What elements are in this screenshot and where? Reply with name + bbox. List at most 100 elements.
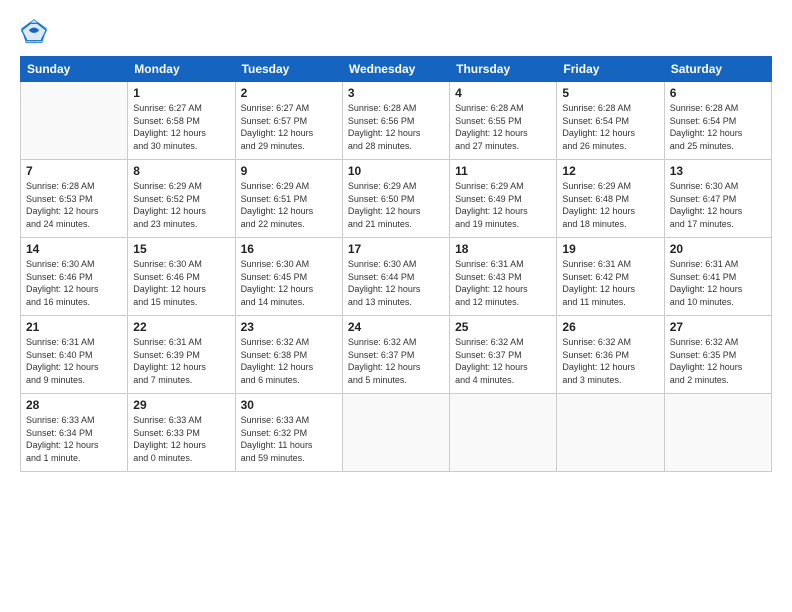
day-number: 18 [455, 242, 551, 256]
calendar-cell: 14 Sunrise: 6:30 AM Sunset: 6:46 PM Dayli… [21, 238, 128, 316]
calendar-cell [450, 394, 557, 472]
cell-text: Sunrise: 6:29 AM Sunset: 6:50 PM Dayligh… [348, 180, 444, 230]
day-number: 19 [562, 242, 658, 256]
calendar-cell: 1 Sunrise: 6:27 AM Sunset: 6:58 PM Daylig… [128, 82, 235, 160]
cell-text: Sunrise: 6:27 AM Sunset: 6:58 PM Dayligh… [133, 102, 229, 152]
calendar-cell: 13 Sunrise: 6:30 AM Sunset: 6:47 PM Dayli… [664, 160, 771, 238]
page: SundayMondayTuesdayWednesdayThursdayFrid… [0, 0, 792, 612]
weekday-sunday: Sunday [21, 57, 128, 82]
cell-text: Sunrise: 6:30 AM Sunset: 6:47 PM Dayligh… [670, 180, 766, 230]
calendar-cell: 7 Sunrise: 6:28 AM Sunset: 6:53 PM Daylig… [21, 160, 128, 238]
calendar-cell: 5 Sunrise: 6:28 AM Sunset: 6:54 PM Daylig… [557, 82, 664, 160]
weekday-thursday: Thursday [450, 57, 557, 82]
cell-text: Sunrise: 6:31 AM Sunset: 6:41 PM Dayligh… [670, 258, 766, 308]
calendar-cell: 25 Sunrise: 6:32 AM Sunset: 6:37 PM Dayli… [450, 316, 557, 394]
cell-text: Sunrise: 6:32 AM Sunset: 6:38 PM Dayligh… [241, 336, 337, 386]
weekday-header-row: SundayMondayTuesdayWednesdayThursdayFrid… [21, 57, 772, 82]
day-number: 27 [670, 320, 766, 334]
calendar-cell: 8 Sunrise: 6:29 AM Sunset: 6:52 PM Daylig… [128, 160, 235, 238]
calendar-cell: 28 Sunrise: 6:33 AM Sunset: 6:34 PM Dayli… [21, 394, 128, 472]
day-number: 20 [670, 242, 766, 256]
day-number: 13 [670, 164, 766, 178]
calendar-cell: 9 Sunrise: 6:29 AM Sunset: 6:51 PM Daylig… [235, 160, 342, 238]
day-number: 6 [670, 86, 766, 100]
cell-text: Sunrise: 6:31 AM Sunset: 6:42 PM Dayligh… [562, 258, 658, 308]
cell-text: Sunrise: 6:33 AM Sunset: 6:33 PM Dayligh… [133, 414, 229, 464]
calendar-cell: 20 Sunrise: 6:31 AM Sunset: 6:41 PM Dayli… [664, 238, 771, 316]
logo-icon [20, 18, 48, 46]
day-number: 17 [348, 242, 444, 256]
calendar-cell: 12 Sunrise: 6:29 AM Sunset: 6:48 PM Dayli… [557, 160, 664, 238]
day-number: 26 [562, 320, 658, 334]
day-number: 9 [241, 164, 337, 178]
calendar-cell: 11Sunrise: 6:29 AM Sunset: 6:49 PM Dayli… [450, 160, 557, 238]
cell-text: Sunrise: 6:29 AM Sunset: 6:52 PM Dayligh… [133, 180, 229, 230]
cell-text: Sunrise: 6:28 AM Sunset: 6:55 PM Dayligh… [455, 102, 551, 152]
day-number: 25 [455, 320, 551, 334]
calendar-cell: 4 Sunrise: 6:28 AM Sunset: 6:55 PM Daylig… [450, 82, 557, 160]
calendar-cell [557, 394, 664, 472]
day-number: 30 [241, 398, 337, 412]
cell-text: Sunrise: 6:29 AM Sunset: 6:48 PM Dayligh… [562, 180, 658, 230]
day-number: 14 [26, 242, 122, 256]
cell-text: Sunrise: 6:32 AM Sunset: 6:37 PM Dayligh… [348, 336, 444, 386]
calendar-cell: 15 Sunrise: 6:30 AM Sunset: 6:46 PM Dayli… [128, 238, 235, 316]
calendar-cell: 10 Sunrise: 6:29 AM Sunset: 6:50 PM Dayli… [342, 160, 449, 238]
calendar-cell: 29 Sunrise: 6:33 AM Sunset: 6:33 PM Dayli… [128, 394, 235, 472]
calendar-cell: 18 Sunrise: 6:31 AM Sunset: 6:43 PM Dayli… [450, 238, 557, 316]
calendar-cell: 16 Sunrise: 6:30 AM Sunset: 6:45 PM Dayli… [235, 238, 342, 316]
cell-text: Sunrise: 6:30 AM Sunset: 6:46 PM Dayligh… [26, 258, 122, 308]
day-number: 23 [241, 320, 337, 334]
day-number: 8 [133, 164, 229, 178]
calendar: SundayMondayTuesdayWednesdayThursdayFrid… [20, 56, 772, 472]
day-number: 15 [133, 242, 229, 256]
logo [20, 18, 52, 46]
weekday-tuesday: Tuesday [235, 57, 342, 82]
week-row-1: 1 Sunrise: 6:27 AM Sunset: 6:58 PM Daylig… [21, 82, 772, 160]
calendar-cell: 3 Sunrise: 6:28 AM Sunset: 6:56 PM Daylig… [342, 82, 449, 160]
day-number: 5 [562, 86, 658, 100]
cell-text: Sunrise: 6:28 AM Sunset: 6:56 PM Dayligh… [348, 102, 444, 152]
calendar-cell: 6 Sunrise: 6:28 AM Sunset: 6:54 PM Daylig… [664, 82, 771, 160]
weekday-monday: Monday [128, 57, 235, 82]
weekday-saturday: Saturday [664, 57, 771, 82]
calendar-cell: 17 Sunrise: 6:30 AM Sunset: 6:44 PM Dayli… [342, 238, 449, 316]
cell-text: Sunrise: 6:32 AM Sunset: 6:37 PM Dayligh… [455, 336, 551, 386]
header [20, 18, 772, 46]
day-number: 21 [26, 320, 122, 334]
cell-text: Sunrise: 6:32 AM Sunset: 6:35 PM Dayligh… [670, 336, 766, 386]
day-number: 24 [348, 320, 444, 334]
cell-text: Sunrise: 6:30 AM Sunset: 6:44 PM Dayligh… [348, 258, 444, 308]
cell-text: Sunrise: 6:30 AM Sunset: 6:45 PM Dayligh… [241, 258, 337, 308]
day-number: 28 [26, 398, 122, 412]
week-row-4: 21 Sunrise: 6:31 AM Sunset: 6:40 PM Dayli… [21, 316, 772, 394]
calendar-cell [342, 394, 449, 472]
calendar-cell: 21 Sunrise: 6:31 AM Sunset: 6:40 PM Dayli… [21, 316, 128, 394]
day-number: 4 [455, 86, 551, 100]
day-number: 3 [348, 86, 444, 100]
calendar-cell: 30Sunrise: 6:33 AM Sunset: 6:32 PM Dayli… [235, 394, 342, 472]
day-number: 7 [26, 164, 122, 178]
cell-text: Sunrise: 6:28 AM Sunset: 6:54 PM Dayligh… [562, 102, 658, 152]
day-number: 16 [241, 242, 337, 256]
day-number: 10 [348, 164, 444, 178]
week-row-5: 28 Sunrise: 6:33 AM Sunset: 6:34 PM Dayli… [21, 394, 772, 472]
weekday-friday: Friday [557, 57, 664, 82]
day-number: 1 [133, 86, 229, 100]
cell-text: Sunrise: 6:29 AM Sunset: 6:51 PM Dayligh… [241, 180, 337, 230]
cell-text: Sunrise: 6:30 AM Sunset: 6:46 PM Dayligh… [133, 258, 229, 308]
day-number: 29 [133, 398, 229, 412]
calendar-cell: 22Sunrise: 6:31 AM Sunset: 6:39 PM Dayli… [128, 316, 235, 394]
calendar-cell [664, 394, 771, 472]
week-row-3: 14 Sunrise: 6:30 AM Sunset: 6:46 PM Dayli… [21, 238, 772, 316]
cell-text: Sunrise: 6:32 AM Sunset: 6:36 PM Dayligh… [562, 336, 658, 386]
cell-text: Sunrise: 6:28 AM Sunset: 6:53 PM Dayligh… [26, 180, 122, 230]
day-number: 12 [562, 164, 658, 178]
day-number: 11 [455, 164, 551, 178]
cell-text: Sunrise: 6:28 AM Sunset: 6:54 PM Dayligh… [670, 102, 766, 152]
cell-text: Sunrise: 6:33 AM Sunset: 6:34 PM Dayligh… [26, 414, 122, 464]
cell-text: Sunrise: 6:31 AM Sunset: 6:40 PM Dayligh… [26, 336, 122, 386]
calendar-cell: 24 Sunrise: 6:32 AM Sunset: 6:37 PM Dayli… [342, 316, 449, 394]
week-row-2: 7 Sunrise: 6:28 AM Sunset: 6:53 PM Daylig… [21, 160, 772, 238]
cell-text: Sunrise: 6:31 AM Sunset: 6:43 PM Dayligh… [455, 258, 551, 308]
